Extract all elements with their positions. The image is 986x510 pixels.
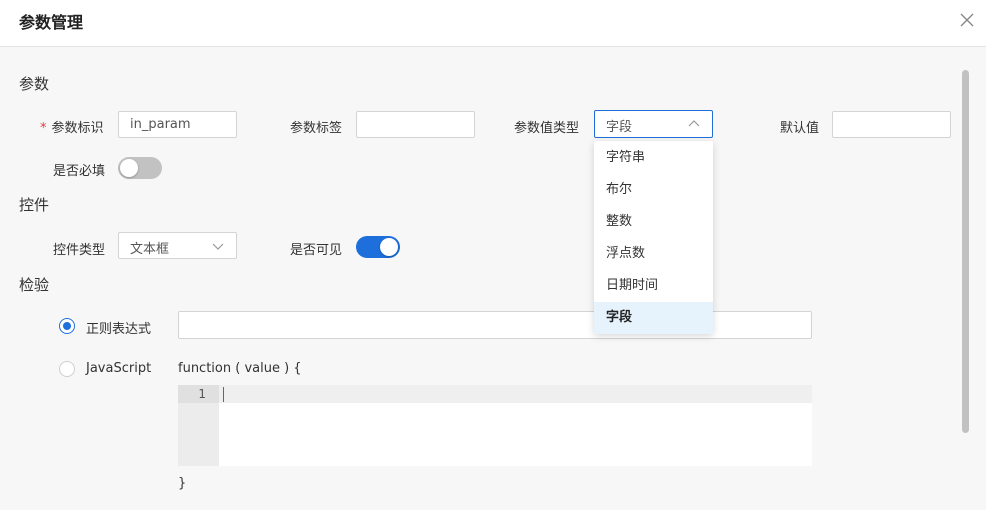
- dropdown-option[interactable]: 字符串: [594, 142, 713, 174]
- dropdown-option[interactable]: 整数: [594, 206, 713, 238]
- dialog-header: 参数管理: [0, 0, 986, 47]
- control-type-value: 文本框: [130, 242, 170, 257]
- required-toggle[interactable]: [118, 157, 162, 179]
- section-title-params: 参数: [19, 75, 50, 93]
- dropdown-option[interactable]: 布尔: [594, 174, 713, 206]
- control-type-label: 控件类型: [53, 243, 106, 258]
- toggle-knob: [380, 238, 398, 256]
- regex-input[interactable]: [178, 311, 812, 339]
- chevron-down-icon: [212, 243, 224, 250]
- chevron-up-icon: [688, 120, 700, 127]
- js-function-header: function ( value ) {: [178, 361, 302, 376]
- text-cursor: [223, 387, 224, 402]
- required-mark: *: [40, 121, 47, 136]
- scrollbar[interactable]: [962, 70, 969, 433]
- param-type-dropdown: 字符串 布尔 整数 浮点数 日期时间 字段: [594, 141, 713, 334]
- section-title-control: 控件: [19, 196, 50, 214]
- param-tag-input[interactable]: [356, 111, 475, 138]
- toggle-knob: [120, 159, 138, 177]
- line-number: 1: [178, 385, 219, 403]
- dropdown-option[interactable]: 日期时间: [594, 270, 713, 302]
- dropdown-option[interactable]: 浮点数: [594, 238, 713, 270]
- regex-radio[interactable]: [59, 318, 75, 334]
- dropdown-option-selected[interactable]: 字段: [594, 302, 713, 334]
- param-id-label-text: 参数标识: [51, 121, 104, 136]
- active-line: [219, 385, 812, 403]
- code-editor[interactable]: 1: [178, 385, 812, 466]
- param-type-select[interactable]: 字段: [594, 110, 713, 138]
- required-toggle-label: 是否必填: [53, 164, 106, 179]
- param-tag-label: 参数标签: [290, 121, 343, 136]
- close-icon: [960, 13, 974, 27]
- close-button[interactable]: [957, 10, 977, 30]
- dialog-title: 参数管理: [19, 13, 84, 32]
- param-id-label: * 参数标识: [40, 117, 104, 136]
- regex-radio-label[interactable]: 正则表达式: [86, 318, 151, 337]
- param-type-label: 参数值类型: [514, 121, 580, 136]
- param-type-value: 字段: [606, 120, 633, 135]
- javascript-radio-label[interactable]: JavaScript: [86, 361, 151, 376]
- param-id-input[interactable]: [118, 111, 237, 138]
- default-value-input[interactable]: [832, 111, 951, 138]
- js-function-footer: }: [178, 476, 187, 491]
- default-value-label: 默认值: [780, 121, 820, 136]
- visible-toggle[interactable]: [356, 236, 400, 258]
- control-type-select[interactable]: 文本框: [118, 232, 237, 259]
- javascript-radio[interactable]: [59, 361, 75, 377]
- visible-toggle-label: 是否可见: [290, 243, 343, 258]
- section-title-validation: 检验: [19, 276, 50, 294]
